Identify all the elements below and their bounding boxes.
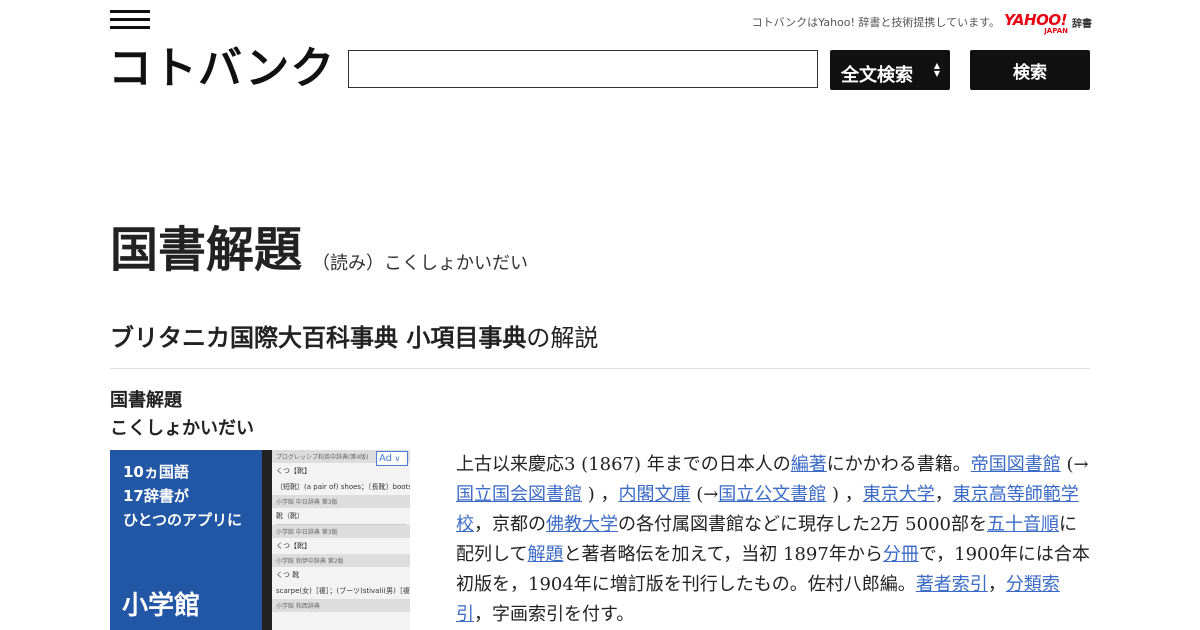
body-text: ，: [934, 484, 953, 505]
divider: [110, 368, 1090, 369]
body-link[interactable]: 国立国会図書館: [456, 484, 582, 505]
dictionary-name: ブリタニカ国際大百科事典 小項目事典: [110, 324, 527, 352]
yahoo-logo-text: YAHOO!: [1004, 11, 1067, 29]
body-link[interactable]: 分冊: [883, 544, 919, 565]
body-link[interactable]: 内閣文庫: [618, 484, 690, 505]
body-link[interactable]: 解題: [527, 544, 563, 565]
body-link[interactable]: 帝国図書館: [971, 454, 1061, 475]
search-button[interactable]: 検索: [970, 50, 1090, 90]
term-kanji: 国書解題: [110, 390, 182, 411]
body-text: ，京都の: [474, 514, 546, 535]
entry-reading: （読み）こくしょかいだい: [312, 253, 528, 274]
body-text: ) ，: [826, 484, 863, 505]
body-text: と著者略伝を加えて，当初 1897年から: [563, 544, 883, 565]
search-mode-select[interactable]: 全文検索 ▲ ▼: [830, 50, 950, 90]
body-link[interactable]: 佛教大学: [546, 514, 618, 535]
ad-phone-row: 〔短靴〕(a pair of) shoes；〔長靴〕boots；〔履: [276, 483, 410, 491]
ad-copy: 10ヵ国語 17辞書が ひとつのアプリに: [123, 460, 242, 532]
body-text: 上古以来慶応3 (1867) 年までの日本人の: [456, 454, 791, 475]
ad-copy-line: 17辞書が: [123, 487, 189, 505]
yahoo-jisho-label: 辞書: [1072, 19, 1092, 30]
term-kana: こくしょかいだい: [110, 418, 254, 439]
ad-badge-label: Ad: [379, 453, 393, 464]
body-text: にかかわる書籍。: [826, 454, 971, 475]
search-mode-value: 全文検索: [841, 65, 913, 86]
ad-phone-row: scarpe(女)［複］；(ブーツ)stivali(男)［複］: [276, 587, 410, 595]
ad-brand: 小学館: [122, 591, 201, 621]
ad-phone-row: くつ 靴: [276, 571, 300, 579]
dictionary-heading: ブリタニカ国際大百科事典 小項目事典の解説: [110, 322, 598, 354]
chevron-down-icon: ∨: [392, 454, 401, 463]
body-link[interactable]: 国立公文書館: [718, 484, 826, 505]
body-text: ，: [987, 574, 1006, 595]
ad-phone-row: 小学館 和西辞典: [272, 599, 410, 612]
body-text: ) ，: [582, 484, 619, 505]
body-link[interactable]: 編著: [791, 454, 827, 475]
body-text: (→: [1060, 454, 1089, 475]
body-link[interactable]: 東京大学: [863, 484, 935, 505]
body-text: ，字画索引を付す。: [474, 604, 635, 625]
entry-body: 上古以来慶応3 (1867) 年までの日本人の編著にかかわる書籍。帝国図書館 (…: [456, 450, 1090, 630]
search-input[interactable]: [348, 50, 818, 88]
body-text: の各付属図書館などに現存した2万 5000部を: [618, 514, 987, 535]
body-text: (→: [690, 484, 719, 505]
ad-phone-row: 小学館 和伊中辞典 第2版: [272, 554, 410, 567]
ad-left-panel: 10ヵ国語 17辞書が ひとつのアプリに 小学館: [110, 450, 262, 630]
ad-phone-row: くつ【靴】: [276, 542, 311, 550]
body-link[interactable]: 著者索引: [916, 574, 988, 595]
menu-icon[interactable]: [110, 10, 150, 32]
advertisement[interactable]: 10ヵ国語 17辞書が ひとつのアプリに 小学館 プログレッシブ和英中辞典(第4…: [110, 450, 410, 630]
ad-copy-line: ひとつのアプリに: [123, 511, 242, 529]
ad-phone-image: プログレッシブ和英中辞典(第4版) くつ【靴】 〔短靴〕(a pair of) …: [262, 450, 410, 630]
partner-note: コトバンクはYahoo! 辞書と技術提携しています。: [751, 16, 1000, 29]
body-link[interactable]: 五十音順: [987, 514, 1059, 535]
yahoo-logo-sub: JAPAN: [1044, 27, 1068, 35]
site-logo[interactable]: コトバンク: [108, 44, 335, 94]
page-title: 国書解題: [110, 222, 303, 278]
ad-copy-line: 10ヵ国語: [123, 463, 189, 481]
yahoo-japan-logo[interactable]: YAHOO! JAPAN: [1004, 11, 1072, 35]
select-arrows-icon: ▲ ▼: [933, 61, 940, 78]
dictionary-suffix: の解説: [526, 324, 599, 352]
ad-phone-row: 小学館 中日辞典 第3版: [272, 495, 410, 508]
ad-phone-row: 小学館 中日辞典 第3版: [272, 525, 410, 538]
ad-phone-row: 靴（靴）: [276, 512, 304, 520]
ad-badge[interactable]: Ad ∨: [376, 451, 408, 466]
